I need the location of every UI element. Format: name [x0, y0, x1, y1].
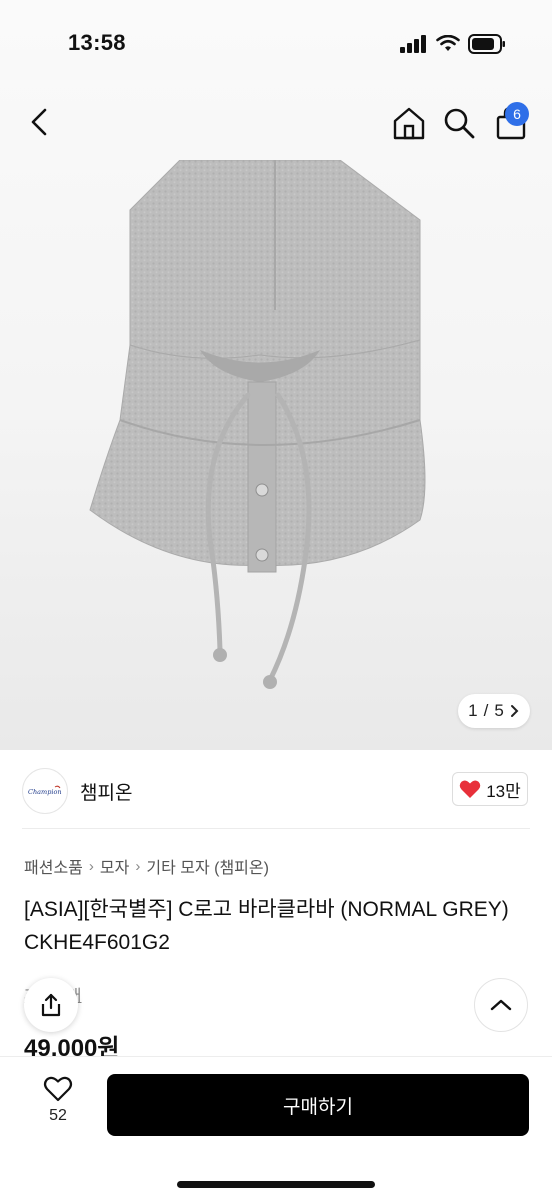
cellular-signal-icon	[400, 35, 426, 53]
pager-separator: /	[483, 701, 489, 720]
brand-name[interactable]: 챔피온	[80, 778, 132, 805]
svg-text:Champion: Champion	[28, 788, 62, 796]
buy-button[interactable]: 구매하기	[107, 1074, 529, 1136]
bottom-action-bar: 52 구매하기	[0, 1056, 552, 1200]
image-pager[interactable]: 1 / 5	[458, 694, 530, 728]
product-image-area[interactable]: 13:58 6 1 / 5	[0, 0, 552, 750]
chevron-right-icon: ›	[88, 857, 94, 875]
pager-current: 1	[468, 701, 478, 720]
cart-count-badge: 6	[505, 102, 529, 126]
heart-filled-icon	[459, 780, 481, 798]
wishlist-count: 52	[49, 1107, 67, 1124]
status-time: 13:58	[68, 30, 126, 55]
chevron-up-icon	[490, 999, 512, 1011]
brand-like-button[interactable]: 13만	[452, 772, 528, 806]
scroll-to-top-button[interactable]	[474, 978, 528, 1032]
product-image	[89, 160, 426, 689]
status-bar: 13:58	[0, 0, 552, 88]
chevron-right-icon	[510, 705, 519, 717]
chevron-right-icon: ›	[135, 857, 141, 875]
champion-logo-icon: Champion	[28, 785, 62, 796]
heart-outline-icon	[43, 1076, 73, 1102]
breadcrumb: 패션소품 › 모자 › 기타 모자 (챔피온)	[24, 854, 269, 878]
divider	[22, 828, 530, 829]
breadcrumb-item[interactable]: 기타 모자 (챔피온)	[146, 854, 269, 878]
home-icon[interactable]	[390, 104, 428, 142]
battery-icon	[468, 34, 505, 54]
breadcrumb-item[interactable]: 패션소품	[24, 854, 83, 878]
brand-like-count: 13만	[486, 781, 521, 801]
back-arrow-icon[interactable]	[22, 102, 58, 142]
search-icon[interactable]	[440, 104, 478, 142]
pager-total: 5	[494, 701, 504, 720]
brand-row: Champion 챔피온 13만	[0, 760, 552, 820]
share-icon	[41, 993, 61, 1017]
top-nav	[0, 92, 552, 156]
status-icons	[400, 34, 506, 54]
share-button[interactable]	[24, 978, 78, 1032]
wifi-icon	[436, 35, 460, 51]
product-title: [ASIA][한국별주] C로고 바라클라바 (NORMAL GREY) CKH…	[24, 898, 509, 954]
wishlist-button[interactable]: 52	[30, 1075, 86, 1137]
breadcrumb-item[interactable]: 모자	[100, 854, 129, 878]
home-indicator	[177, 1181, 375, 1188]
brand-logo[interactable]: Champion	[22, 768, 68, 814]
